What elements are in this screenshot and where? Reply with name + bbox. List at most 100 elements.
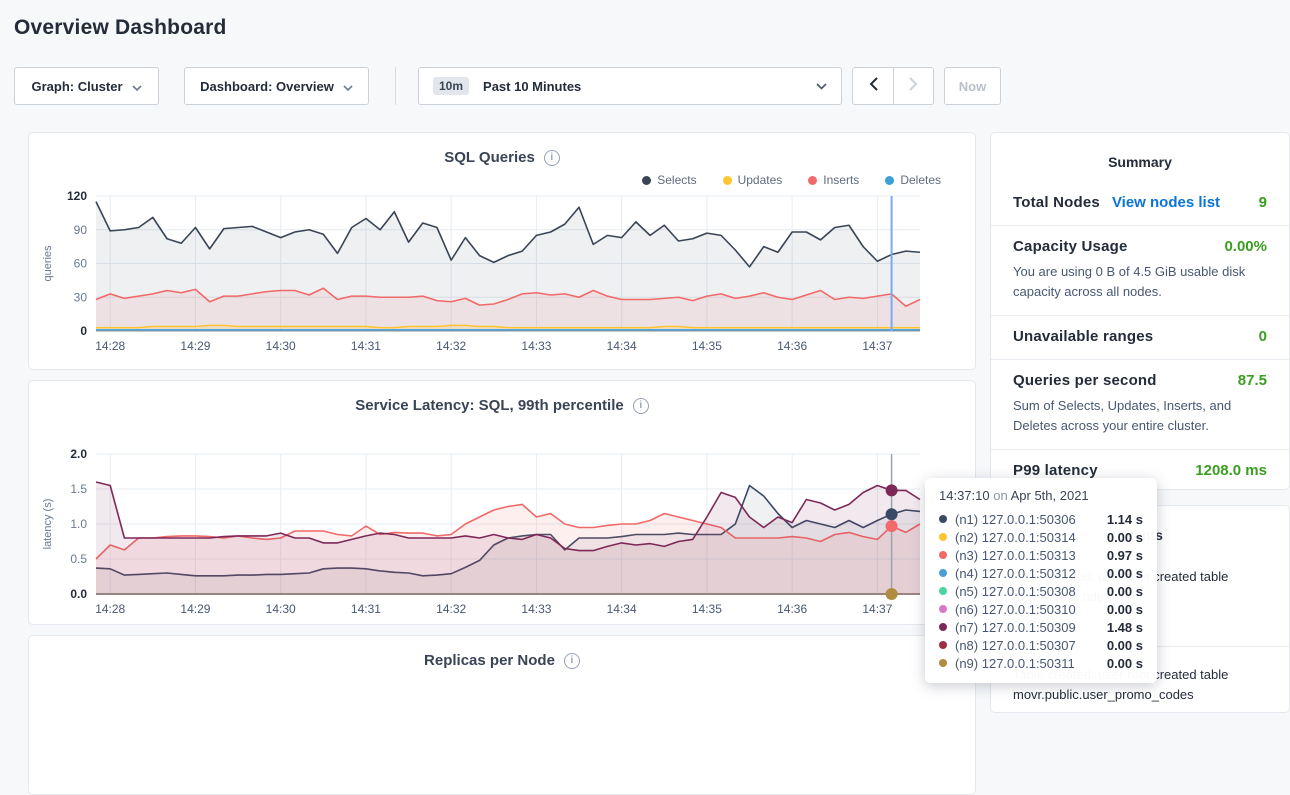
summary-label: P99 latency [1013,462,1098,479]
x-tick-label: 14:32 [436,602,466,616]
chevron-down-icon [343,79,353,94]
view-nodes-list-link[interactable]: View nodes list [1112,194,1220,211]
info-icon[interactable]: i [564,653,580,669]
y-tick-label: 90 [74,223,88,237]
summary-label: Unavailable ranges [1013,328,1153,345]
summary-section: Total NodesView nodes list9 [991,182,1289,225]
controls-divider [395,67,396,105]
charts-column: SQL Queries i SelectsUpdatesInsertsDelet… [28,132,976,795]
legend-item: Deletes [885,174,941,186]
node-color-dot-icon [939,515,947,523]
tooltip-node-value: 0.00 s [1107,530,1143,545]
legend-item: Selects [642,174,696,186]
node-color-dot-icon [939,605,947,613]
x-tick-label: 14:34 [607,602,637,616]
tooltip-node-label: (n8) 127.0.0.1:50307 [955,638,1076,653]
tooltip-node-row: (n9) 127.0.0.1:50311 0.00 s [939,654,1143,672]
tooltip-node-label: (n2) 127.0.0.1:50314 [955,530,1076,545]
x-tick-label: 14:35 [692,339,722,353]
tooltip-node-label: (n3) 127.0.0.1:50313 [955,548,1076,563]
dashboard-dropdown-label: Dashboard: Overview [200,79,334,94]
next-time-button[interactable] [893,68,933,104]
y-tick-label: 120 [67,189,87,203]
summary-label: Queries per second [1013,372,1157,389]
legend-label: Updates [738,173,783,187]
y-tick-label: 1.5 [70,482,87,496]
legend-dot-icon [808,176,817,185]
x-tick-label: 14:28 [95,602,125,616]
tooltip-node-value: 0.00 s [1107,638,1143,653]
y-tick-label: 2.0 [70,447,87,461]
now-button[interactable]: Now [944,67,1001,105]
legend-dot-icon [885,176,894,185]
graph-dropdown-label: Graph: Cluster [31,79,122,94]
replicas-panel: Replicas per Node i [28,635,976,795]
x-tick-label: 14:34 [607,339,637,353]
legend-label: Deletes [900,173,941,187]
legend-item: Updates [723,174,783,186]
tooltip-timestamp: 14:37:10 on Apr 5th, 2021 [939,488,1143,503]
node-color-dot-icon [939,533,947,541]
legend-label: Inserts [823,173,859,187]
tooltip-node-value: 0.00 s [1107,656,1143,671]
tooltip-node-value: 1.48 s [1107,620,1143,635]
summary-title: Summary [991,133,1289,182]
legend-dot-icon [642,176,651,185]
x-tick-label: 14:36 [777,602,807,616]
x-tick-label: 14:31 [351,339,381,353]
summary-section: Capacity Usage0.00%You are using 0 B of … [991,225,1289,315]
y-axis-label: queries [42,245,54,282]
info-icon[interactable]: i [544,150,560,166]
y-axis-label: latency (s) [42,499,54,550]
x-tick-label: 14:31 [351,602,381,616]
prev-time-button[interactable] [853,68,893,104]
x-tick-label: 14:33 [521,339,551,353]
y-tick-label: 30 [74,290,88,304]
dashboard-dropdown[interactable]: Dashboard: Overview [184,67,369,105]
legend-dot-icon [723,176,732,185]
tooltip-node-row: (n4) 127.0.0.1:503120.00 s [939,564,1143,582]
graph-dropdown[interactable]: Graph: Cluster [14,67,159,105]
chevron-left-icon [869,77,878,96]
x-tick-label: 14:32 [436,339,466,353]
summary-section: Unavailable ranges 0 [991,315,1289,359]
service-latency-chart[interactable]: 14:2814:2914:3014:3114:3214:3314:3414:35… [29,444,977,624]
tooltip-node-label: (n1) 127.0.0.1:50306 [955,512,1076,527]
controls-bar: Graph: Cluster Dashboard: Overview 10m P… [14,67,1276,105]
tooltip-node-row: (n1) 127.0.0.1:50306 1.14 s [939,510,1143,528]
tooltip-node-label: (n9) 127.0.0.1:50311 [955,656,1075,671]
sql-queries-chart[interactable]: 14:2814:2914:3014:3114:3214:3314:3414:35… [29,188,977,360]
x-tick-label: 14:29 [180,339,210,353]
tooltip-node-label: (n6) 127.0.0.1:50310 [955,602,1076,617]
x-tick-label: 14:35 [692,602,722,616]
y-tick-label: 0 [80,324,87,338]
tooltip-node-row: (n8) 127.0.0.1:50307 0.00 s [939,636,1143,654]
y-tick-label: 60 [74,257,88,271]
time-range-picker[interactable]: 10m Past 10 Minutes [418,67,842,105]
tooltip-node-value: 1.14 s [1107,512,1143,527]
time-range-badge: 10m [433,77,469,95]
x-tick-label: 14:28 [95,339,125,353]
x-tick-label: 14:37 [862,602,892,616]
service-latency-title: Service Latency: SQL, 99th percentile [355,397,623,414]
x-tick-label: 14:36 [777,339,807,353]
x-tick-label: 14:29 [180,602,210,616]
summary-description: You are using 0 B of 4.5 GiB usable disk… [1013,262,1267,301]
chevron-down-icon [132,79,142,94]
tooltip-node-row: (n5) 127.0.0.1:503080.00 s [939,582,1143,600]
node-color-dot-icon [939,587,947,595]
highlight-dot [886,520,898,532]
x-tick-label: 14:30 [266,602,296,616]
y-tick-label: 0.5 [70,552,87,566]
y-tick-label: 1.0 [70,517,87,531]
chart-legend: Selects Updates Inserts Deletes [29,166,975,186]
summary-value: 0 [1259,328,1267,345]
tooltip-node-row: (n6) 127.0.0.1:503100.00 s [939,600,1143,618]
tooltip-node-label: (n5) 127.0.0.1:50308 [955,584,1076,599]
summary-card: Summary Total NodesView nodes list9Capac… [990,132,1290,490]
highlight-dot [886,508,898,520]
info-icon[interactable]: i [633,398,649,414]
summary-value: 87.5 [1238,372,1267,389]
node-color-dot-icon [939,659,947,667]
tooltip-node-label: (n4) 127.0.0.1:50312 [955,566,1076,581]
